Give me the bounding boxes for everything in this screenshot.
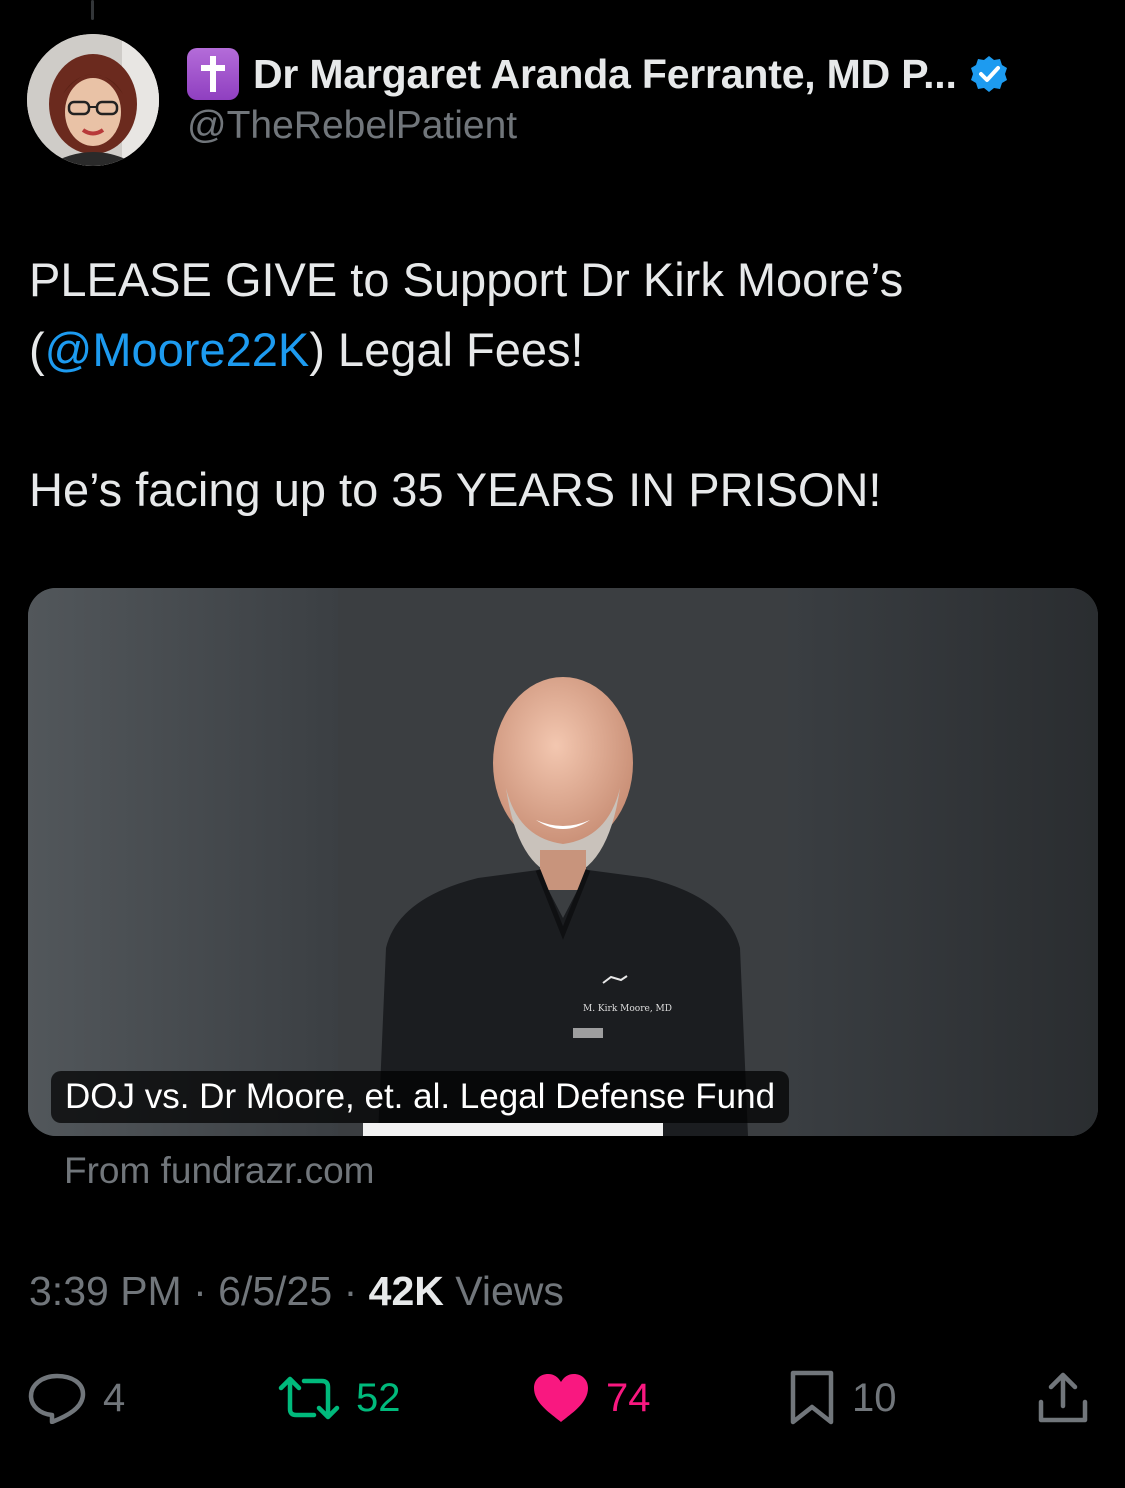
latin-cross-icon [187, 48, 239, 100]
heart-icon [534, 1374, 588, 1422]
scrub-embroidery: M. Kirk Moore, MD [583, 1004, 672, 1014]
verified-badge-icon [970, 56, 1007, 92]
avatar-photo [27, 34, 159, 166]
bookmark-button[interactable]: 10 [788, 1358, 897, 1438]
like-button[interactable]: 74 [532, 1358, 651, 1438]
bookmark-icon [790, 1370, 834, 1425]
author-display-name[interactable]: Dr Margaret Aranda Ferrante, MD P... [253, 51, 957, 98]
share-icon [1038, 1372, 1088, 1423]
views-label: Views [455, 1268, 564, 1314]
retweet-button[interactable]: 52 [278, 1358, 401, 1438]
tweet-meta: 3:39 PM · 6/5/25 · 42K Views [29, 1268, 564, 1315]
tweet-date[interactable]: 6/5/25 [218, 1268, 332, 1314]
reply-button[interactable]: 4 [27, 1358, 125, 1438]
avatar[interactable] [27, 34, 159, 166]
author-name-row[interactable]: Dr Margaret Aranda Ferrante, MD P... [187, 48, 1009, 100]
tweet-text: PLEASE GIVE to Support Dr Kirk Moore’s (… [29, 245, 1089, 525]
meta-separator: · [343, 1268, 358, 1314]
tweet-header: Dr Margaret Aranda Ferrante, MD P... @Th… [27, 34, 1085, 166]
author-handle[interactable]: @TheRebelPatient [187, 104, 517, 148]
link-card-image [28, 588, 1098, 1136]
tweet-time[interactable]: 3:39 PM [29, 1268, 182, 1314]
thread-connector-line [91, 0, 94, 20]
tweet-line-2: (@Moore22K) Legal Fees! [29, 315, 1089, 385]
link-card-caption[interactable]: DOJ vs. Dr Moore, et. al. Legal Defense … [51, 1071, 790, 1123]
action-bar: 4 52 74 10 [0, 1358, 1125, 1438]
open-paren: ( [29, 323, 45, 376]
views-count: 42K [368, 1268, 444, 1314]
tweet-line-1: PLEASE GIVE to Support Dr Kirk Moore’s [29, 253, 904, 306]
like-count: 74 [606, 1375, 651, 1420]
retweet-count: 52 [356, 1375, 401, 1420]
share-button[interactable] [1035, 1358, 1091, 1438]
retweet-icon [278, 1376, 340, 1420]
tweet-line-3: He’s facing up to 35 YEARS IN PRISON! [29, 463, 882, 516]
mention-link[interactable]: @Moore22K [45, 323, 310, 376]
bookmark-count: 10 [852, 1375, 897, 1420]
meta-separator: · [193, 1268, 207, 1314]
reply-icon [28, 1373, 86, 1424]
reply-count: 4 [103, 1375, 126, 1420]
link-card[interactable]: M. Kirk Moore, MD DOJ vs. Dr Moore, et. … [28, 588, 1098, 1136]
tweet-line-2-suffix: ) Legal Fees! [309, 323, 584, 376]
link-card-source[interactable]: From fundrazr.com [64, 1150, 374, 1192]
